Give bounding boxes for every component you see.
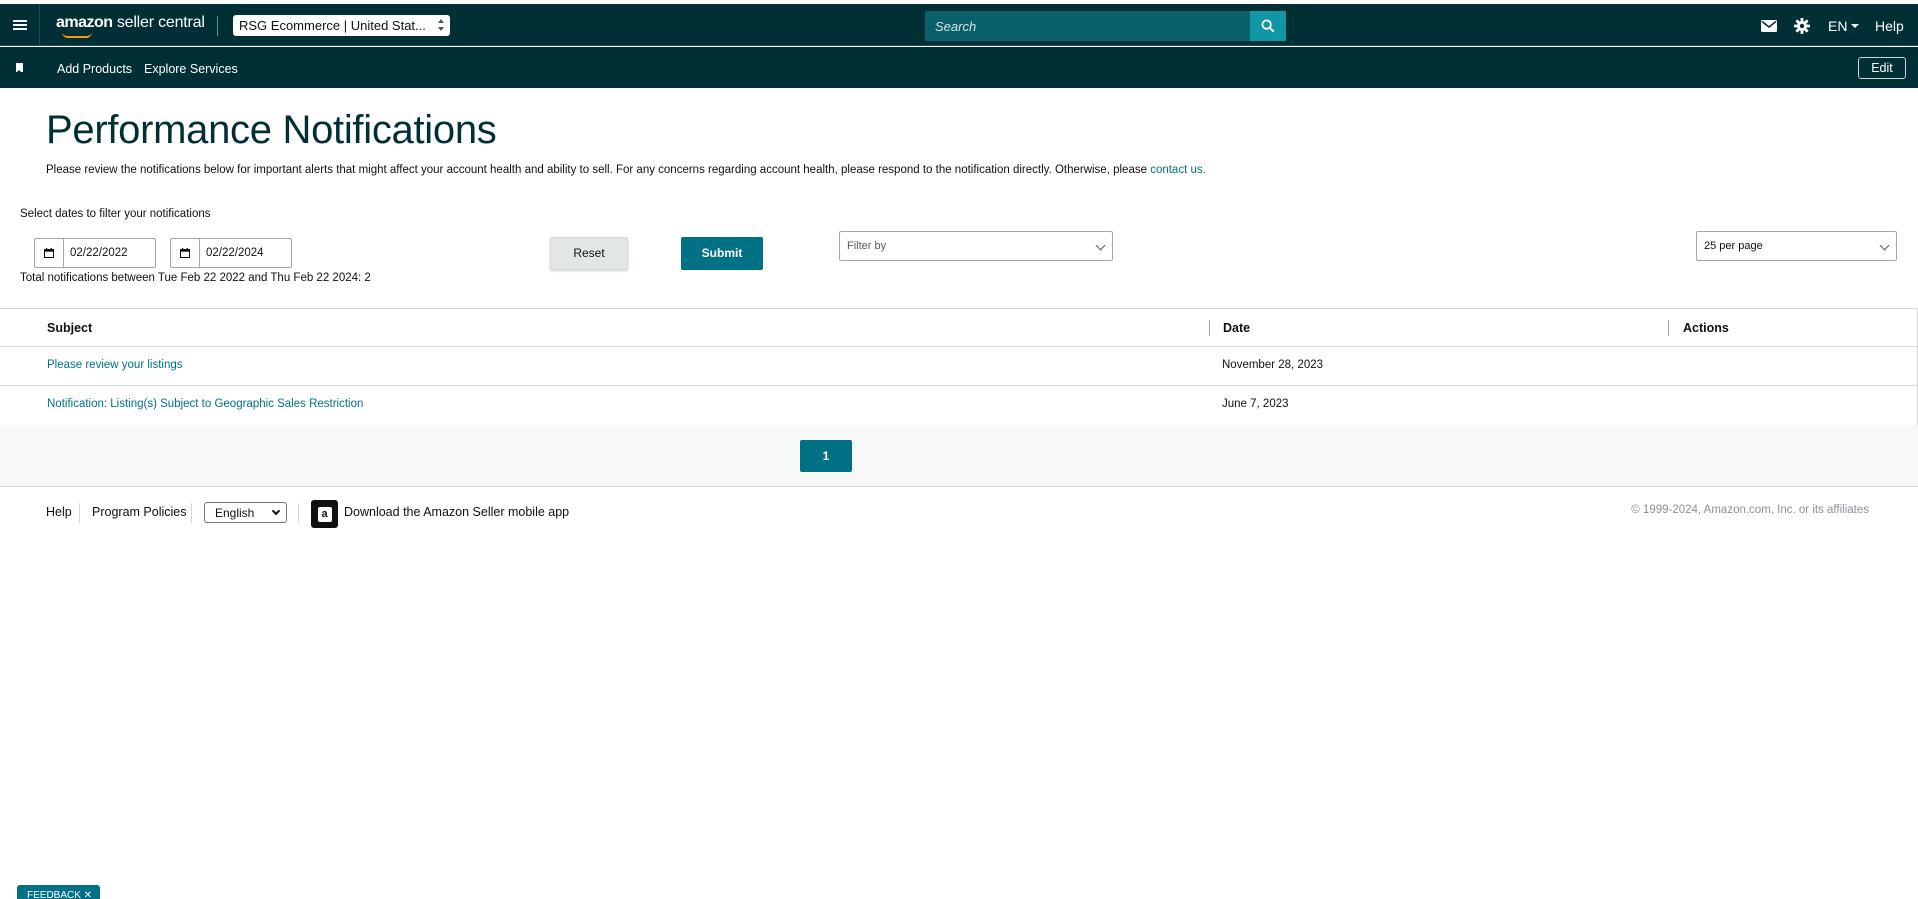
amazon-app-icon[interactable]: a xyxy=(311,500,338,528)
filter-by-dropdown[interactable]: Filter by xyxy=(839,231,1113,261)
download-app-link[interactable]: Download the Amazon Seller mobile app xyxy=(344,505,569,519)
intro-text: Please review the notifications below fo… xyxy=(46,164,1206,176)
table-row: Notification: Listing(s) Subject to Geog… xyxy=(0,386,1917,425)
logo-divider xyxy=(217,16,218,36)
menu-icon[interactable] xyxy=(0,4,40,46)
bookmark-icon[interactable] xyxy=(16,63,23,73)
column-header-actions: Actions xyxy=(1683,321,1729,335)
nav-add-products[interactable]: Add Products xyxy=(57,62,132,76)
language-menu[interactable]: EN xyxy=(1828,18,1859,34)
footer-language-value: English xyxy=(215,506,255,520)
per-page-value: 25 per page xyxy=(1704,240,1763,252)
date-filter-label: Select dates to filter your notification… xyxy=(20,208,211,220)
footer: Help Program Policies English a Download… xyxy=(0,500,1918,530)
search-icon xyxy=(1261,19,1275,33)
page-button-current[interactable]: 1 xyxy=(800,440,852,472)
column-divider xyxy=(1668,320,1669,336)
chevron-down-icon xyxy=(1879,240,1890,251)
chevron-down-icon xyxy=(271,506,281,516)
footer-divider xyxy=(298,503,299,523)
footer-help-link[interactable]: Help xyxy=(46,505,72,519)
column-header-subject: Subject xyxy=(47,321,93,335)
logo-smile xyxy=(62,32,92,38)
search-button[interactable] xyxy=(1250,11,1286,41)
edit-button[interactable]: Edit xyxy=(1858,57,1906,79)
footer-program-policies-link[interactable]: Program Policies xyxy=(92,505,186,519)
nav-explore-services[interactable]: Explore Services xyxy=(144,62,238,76)
chevron-down-icon xyxy=(1095,240,1106,251)
up-down-arrows-icon xyxy=(437,18,446,32)
notification-subject-link[interactable]: Please review your listings xyxy=(47,359,183,371)
start-date-value: 02/22/2022 xyxy=(70,247,128,259)
footer-divider xyxy=(79,503,80,523)
footer-divider xyxy=(191,503,192,523)
top-header: amazon seller central RSG Ecommerce | Un… xyxy=(0,4,1918,46)
logo-product: seller central xyxy=(112,14,205,31)
help-link[interactable]: Help xyxy=(1875,18,1904,34)
calendar-icon[interactable] xyxy=(171,239,200,267)
notification-date: November 28, 2023 xyxy=(1222,359,1324,371)
contact-us-link[interactable]: contact us. xyxy=(1150,164,1206,176)
table-header: Subject Date Actions xyxy=(0,309,1917,347)
gear-icon[interactable] xyxy=(1793,17,1811,35)
search-input[interactable]: Search xyxy=(925,11,1250,41)
notification-subject-link[interactable]: Notification: Listing(s) Subject to Geog… xyxy=(47,398,363,410)
total-notifications-text: Total notifications between Tue Feb 22 2… xyxy=(20,272,371,284)
column-divider xyxy=(1209,320,1210,336)
column-header-date: Date xyxy=(1223,321,1251,335)
footer-language-select[interactable]: English xyxy=(204,502,287,523)
feedback-tab[interactable]: FEEDBACK ✕ xyxy=(17,885,100,899)
submit-button[interactable]: Submit xyxy=(681,237,763,270)
notifications-table: Subject Date Actions Please review your … xyxy=(0,308,1918,426)
table-row: Please review your listings November 28,… xyxy=(0,347,1917,386)
account-selector[interactable]: RSG Ecommerce | United Stat... xyxy=(233,15,450,36)
start-date-field[interactable]: 02/22/2022 xyxy=(34,238,156,268)
reset-button[interactable]: Reset xyxy=(550,237,628,270)
end-date-value: 02/22/2024 xyxy=(206,247,264,259)
copyright-text: © 1999-2024, Amazon.com, Inc. or its aff… xyxy=(1631,504,1869,516)
intro-body: Please review the notifications below fo… xyxy=(46,164,1151,176)
logo-brand: amazon xyxy=(56,14,113,31)
filter-by-value: Filter by xyxy=(847,240,887,252)
per-page-dropdown[interactable]: 25 per page xyxy=(1696,231,1897,261)
account-selector-label: RSG Ecommerce | United Stat... xyxy=(239,18,426,33)
notification-date: June 7, 2023 xyxy=(1222,398,1289,410)
mail-icon[interactable] xyxy=(1760,17,1778,35)
end-date-field[interactable]: 02/22/2024 xyxy=(170,238,292,268)
pagination-bar: 1 xyxy=(0,425,1918,487)
seller-central-logo[interactable]: amazon seller central xyxy=(56,14,205,38)
page-title: Performance Notifications xyxy=(46,108,497,152)
secondary-nav: Add Products Explore Services Edit xyxy=(0,47,1918,88)
calendar-icon[interactable] xyxy=(35,239,64,267)
